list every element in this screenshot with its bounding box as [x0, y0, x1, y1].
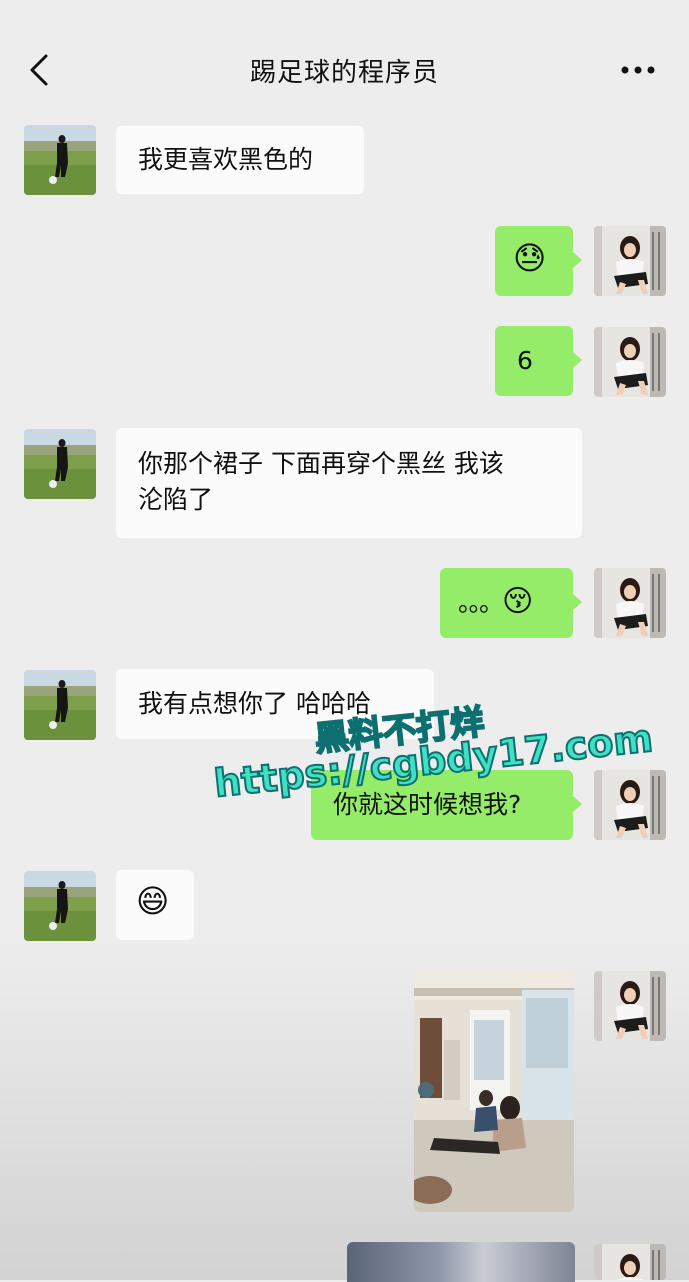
emoji: 😓: [513, 239, 547, 277]
avatar[interactable]: [594, 971, 666, 1041]
message-bubble[interactable]: 6: [495, 326, 573, 396]
avatar[interactable]: [594, 568, 666, 638]
avatar[interactable]: [594, 226, 666, 296]
message-text: 6: [517, 346, 533, 375]
message-bubble[interactable]: 你那个裙子 下面再穿个黑丝 我该 沦陷了: [116, 428, 582, 538]
image-message[interactable]: [414, 970, 574, 1212]
emoji: 😚: [502, 584, 534, 619]
message-text: 你就这时候想我?: [333, 790, 522, 819]
more-button[interactable]: [618, 58, 658, 82]
message-text-line: 沦陷了: [138, 485, 214, 514]
message-text: 。。。: [458, 588, 504, 617]
emoji: 😄: [136, 882, 170, 920]
bubble-tail: [573, 352, 582, 368]
message-bubble[interactable]: 。。。😚: [440, 568, 573, 638]
image-message[interactable]: [347, 1242, 575, 1282]
avatar[interactable]: [24, 429, 96, 499]
avatar[interactable]: [594, 770, 666, 840]
message-bubble[interactable]: 😓: [495, 226, 573, 296]
message-bubble[interactable]: 😄: [116, 870, 194, 940]
bubble-tail: [573, 252, 582, 268]
avatar[interactable]: [594, 1244, 666, 1280]
screen-fade: [0, 940, 689, 1280]
avatar[interactable]: [24, 125, 96, 195]
chat-header: 踢足球的程序员: [0, 0, 689, 115]
message-text-line: 你那个裙子 下面再穿个黑丝 我该: [138, 449, 504, 478]
message-text: 我更喜欢黑色的: [138, 145, 314, 174]
photo-thumbnail: [414, 970, 574, 1212]
avatar[interactable]: [24, 871, 96, 941]
message-bubble[interactable]: 我更喜欢黑色的: [116, 126, 364, 194]
bubble-tail: [573, 594, 582, 610]
avatar[interactable]: [594, 327, 666, 397]
avatar[interactable]: [24, 670, 96, 740]
more-dots-icon: [621, 66, 655, 74]
chat-title: 踢足球的程序员: [249, 58, 439, 88]
bubble-tail: [573, 796, 582, 812]
